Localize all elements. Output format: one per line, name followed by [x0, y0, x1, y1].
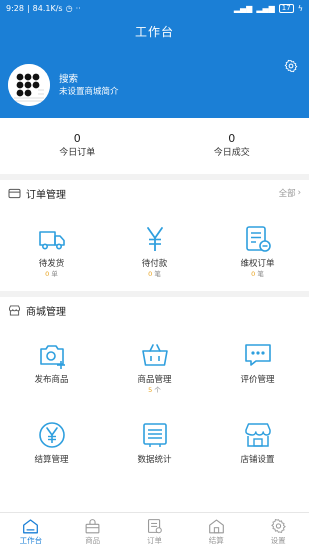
tab-settings-label: 设置: [270, 536, 286, 545]
order-section-icon: [8, 188, 21, 198]
settlement-management-label: 结算管理: [34, 455, 69, 465]
shop-settings[interactable]: 店铺设置: [206, 420, 309, 466]
shop-section-header: 商城管理: [0, 299, 309, 321]
tab-workbench[interactable]: 工作台: [0, 513, 62, 550]
order-section-header: 订单管理 全部 ›: [0, 182, 309, 204]
comment-icon: [244, 344, 271, 366]
tab-orders[interactable]: 订单: [124, 513, 186, 550]
order-grid: 待发货 0 单 待付款 0 笔 维权订单 0 笔: [0, 224, 309, 279]
shop-grid-row-2: 结算管理 数据统计 店铺设置: [0, 420, 309, 466]
basket-icon: [141, 344, 168, 366]
dispute-icon: [245, 226, 271, 252]
order-section-title: 订单管理: [26, 189, 66, 201]
tab-workbench-label: 工作台: [19, 536, 43, 545]
battery-icon: 17: [278, 3, 294, 13]
settings-icon: [270, 519, 286, 533]
product-management-label: 商品管理: [137, 375, 172, 385]
today-summary: 0 今日订单 0 今日成交: [0, 118, 309, 174]
page-title: 工作台: [134, 25, 174, 39]
stats-icon: [142, 423, 167, 447]
settings-gear-icon[interactable]: [284, 59, 298, 73]
today-deals-label: 今日成交: [213, 148, 250, 158]
avatar-logo-icon: [8, 64, 50, 106]
tab-products-label: 商品: [85, 536, 101, 545]
status-divider: |: [26, 3, 30, 13]
bag-icon: [85, 519, 100, 534]
shop-icon: [244, 423, 271, 447]
truck-icon: [38, 231, 65, 250]
header: 9:28 | 84.1K/s ◷ ·· ▂▄▆ ▂▄▆ 17 ϟ 工作台 搜索 …: [0, 0, 309, 118]
pending-shipment-count: 0 单: [45, 270, 58, 278]
shop-profile[interactable]: 搜索 未设置商城简介: [8, 64, 119, 106]
review-management-label: 评价管理: [240, 375, 275, 385]
shop-section-title: 商城管理: [26, 306, 66, 318]
tab-settlement[interactable]: 结算: [185, 513, 247, 550]
avatar[interactable]: [8, 64, 50, 106]
tab-settlement-label: 结算: [208, 536, 224, 545]
yen-icon: [146, 227, 163, 251]
all-orders-label: 全部: [278, 189, 296, 199]
home-icon: [23, 519, 39, 534]
signal-icon-2: ▂▄▆: [256, 3, 275, 13]
shop-settings-label: 店铺设置: [240, 455, 275, 465]
shop-section-icon: [9, 304, 20, 316]
order-icon: [147, 519, 162, 534]
settlement-management[interactable]: 结算管理: [0, 420, 103, 466]
bottom-tab-bar: 工作台 商品 订单 结算 设置: [0, 512, 309, 550]
pending-payment-count: 0 笔: [148, 270, 161, 278]
network-speed: 84.1K/s: [32, 3, 63, 13]
review-management[interactable]: 评价管理: [206, 340, 309, 395]
dispute-orders[interactable]: 维权订单 0 笔: [206, 224, 309, 279]
yen-circle-icon: [38, 422, 65, 448]
today-deals[interactable]: 0 今日成交: [155, 118, 310, 174]
today-orders[interactable]: 0 今日订单: [0, 118, 155, 174]
charging-icon: ϟ: [297, 3, 303, 13]
camera-add-icon: [39, 345, 65, 369]
data-statistics-label: 数据统计: [137, 455, 172, 465]
shop-description: 未设置商城简介: [59, 86, 119, 97]
divider: [0, 174, 309, 180]
status-time: 9:28: [6, 3, 24, 13]
product-management-count: 5 个: [148, 386, 161, 394]
alarm-icon: ◷: [65, 3, 73, 13]
divider: [0, 291, 309, 297]
tab-products[interactable]: 商品: [62, 513, 124, 550]
tab-settings[interactable]: 设置: [247, 513, 309, 550]
publish-product-label: 发布商品: [34, 375, 69, 385]
pending-payment-label: 待付款: [141, 259, 168, 269]
publish-product[interactable]: 发布商品: [0, 340, 103, 395]
today-orders-label: 今日订单: [59, 148, 96, 158]
today-orders-value: 0: [73, 132, 81, 145]
data-statistics[interactable]: 数据统计: [103, 420, 206, 466]
today-deals-value: 0: [228, 132, 236, 145]
all-orders-link[interactable]: 全部 ›: [279, 187, 301, 199]
status-bar: 9:28 | 84.1K/s ◷ ·· ▂▄▆ ▂▄▆ 17 ϟ: [0, 0, 309, 16]
signal-icon: ▂▄▆: [233, 3, 253, 13]
shop-name: 搜索: [59, 73, 79, 85]
dispute-orders-count: 0 笔: [251, 270, 264, 278]
store-icon: [208, 519, 224, 534]
pending-shipment-label: 待发货: [38, 259, 65, 269]
tab-orders-label: 订单: [146, 536, 162, 545]
product-management[interactable]: 商品管理 5 个: [103, 340, 206, 395]
chevron-right-icon: ›: [297, 188, 301, 198]
pending-payment[interactable]: 待付款 0 笔: [103, 224, 206, 279]
pending-shipment[interactable]: 待发货 0 单: [0, 224, 103, 279]
more-dots-icon: ··: [75, 3, 81, 13]
shop-grid-row-1: 发布商品 商品管理 5 个 评价管理: [0, 340, 309, 395]
dispute-orders-label: 维权订单: [240, 259, 275, 269]
